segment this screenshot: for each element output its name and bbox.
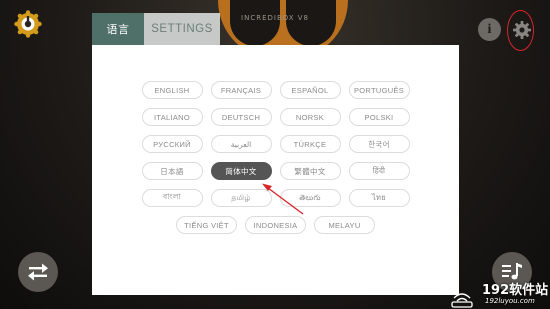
language-row: বাংলা தமிழ் తెలుగు ไทย	[92, 189, 459, 207]
language-option-portugues[interactable]: PORTUGUÊS	[348, 81, 410, 99]
language-option-norsk[interactable]: NORSK	[279, 108, 341, 126]
settings-tabs: 语言 SETTINGS	[92, 13, 220, 45]
language-option-telugu[interactable]: తెలుగు	[279, 189, 341, 207]
language-option-melayu[interactable]: MELAYU	[314, 216, 375, 234]
language-grid: ENGLISH FRANÇAIS ESPAÑOL PORTUGUÊS ITALI…	[92, 81, 459, 243]
watermark-title: 192软件站	[482, 283, 549, 298]
language-option-turkce[interactable]: TÜRKÇE	[279, 135, 341, 153]
language-option-thai[interactable]: ไทย	[348, 189, 410, 207]
language-option-espanol[interactable]: ESPAÑOL	[279, 81, 341, 99]
language-option-japanese[interactable]: 日本語	[141, 162, 203, 180]
info-button[interactable]: i	[478, 18, 501, 41]
language-option-italiano[interactable]: ITALIANO	[141, 108, 203, 126]
language-option-tamil[interactable]: தமிழ்	[210, 189, 272, 207]
language-option-hindi[interactable]: हिंदी	[348, 162, 410, 180]
info-icon: i	[487, 21, 492, 37]
language-option-english[interactable]: ENGLISH	[141, 81, 203, 99]
language-option-bengali[interactable]: বাংলা	[141, 189, 203, 207]
language-row: ENGLISH FRANÇAIS ESPAÑOL PORTUGUÊS	[92, 81, 459, 99]
watermark-url: 192luyou.com	[485, 297, 535, 305]
language-row: ITALIANO DEUTSCH NORSK POLSKI	[92, 108, 459, 126]
language-option-arabic[interactable]: العربية	[210, 135, 272, 153]
language-row: 日本語 简体中文 繁體中文 हिंदी	[92, 162, 459, 180]
language-row: TIẾNG VIỆT INDONESIA MELAYU	[92, 216, 459, 234]
language-option-polski[interactable]: POLSKI	[348, 108, 410, 126]
language-option-francais[interactable]: FRANÇAIS	[210, 81, 272, 99]
language-option-korean[interactable]: 한국어	[348, 135, 410, 153]
language-option-traditional-chinese[interactable]: 繁體中文	[279, 162, 341, 180]
swap-button[interactable]	[18, 252, 58, 292]
language-option-simplified-chinese[interactable]: 简体中文	[210, 162, 272, 180]
language-option-vietnamese[interactable]: TIẾNG VIỆT	[176, 216, 237, 234]
language-option-indonesia[interactable]: INDONESIA	[245, 216, 306, 234]
tab-language[interactable]: 语言	[92, 13, 144, 45]
language-row: РУССКИЙ العربية TÜRKÇE 한국어	[92, 135, 459, 153]
tab-settings[interactable]: SETTINGS	[144, 13, 220, 45]
swap-arrows-icon	[28, 263, 48, 281]
annotation-circle	[507, 10, 534, 51]
app-title: INCREDIBOX V8	[241, 14, 309, 22]
incredibox-logo-icon[interactable]	[14, 10, 42, 38]
language-option-deutsch[interactable]: DEUTSCH	[210, 108, 272, 126]
language-panel: ENGLISH FRANÇAIS ESPAÑOL PORTUGUÊS ITALI…	[92, 45, 459, 295]
language-option-russian[interactable]: РУССКИЙ	[141, 135, 203, 153]
